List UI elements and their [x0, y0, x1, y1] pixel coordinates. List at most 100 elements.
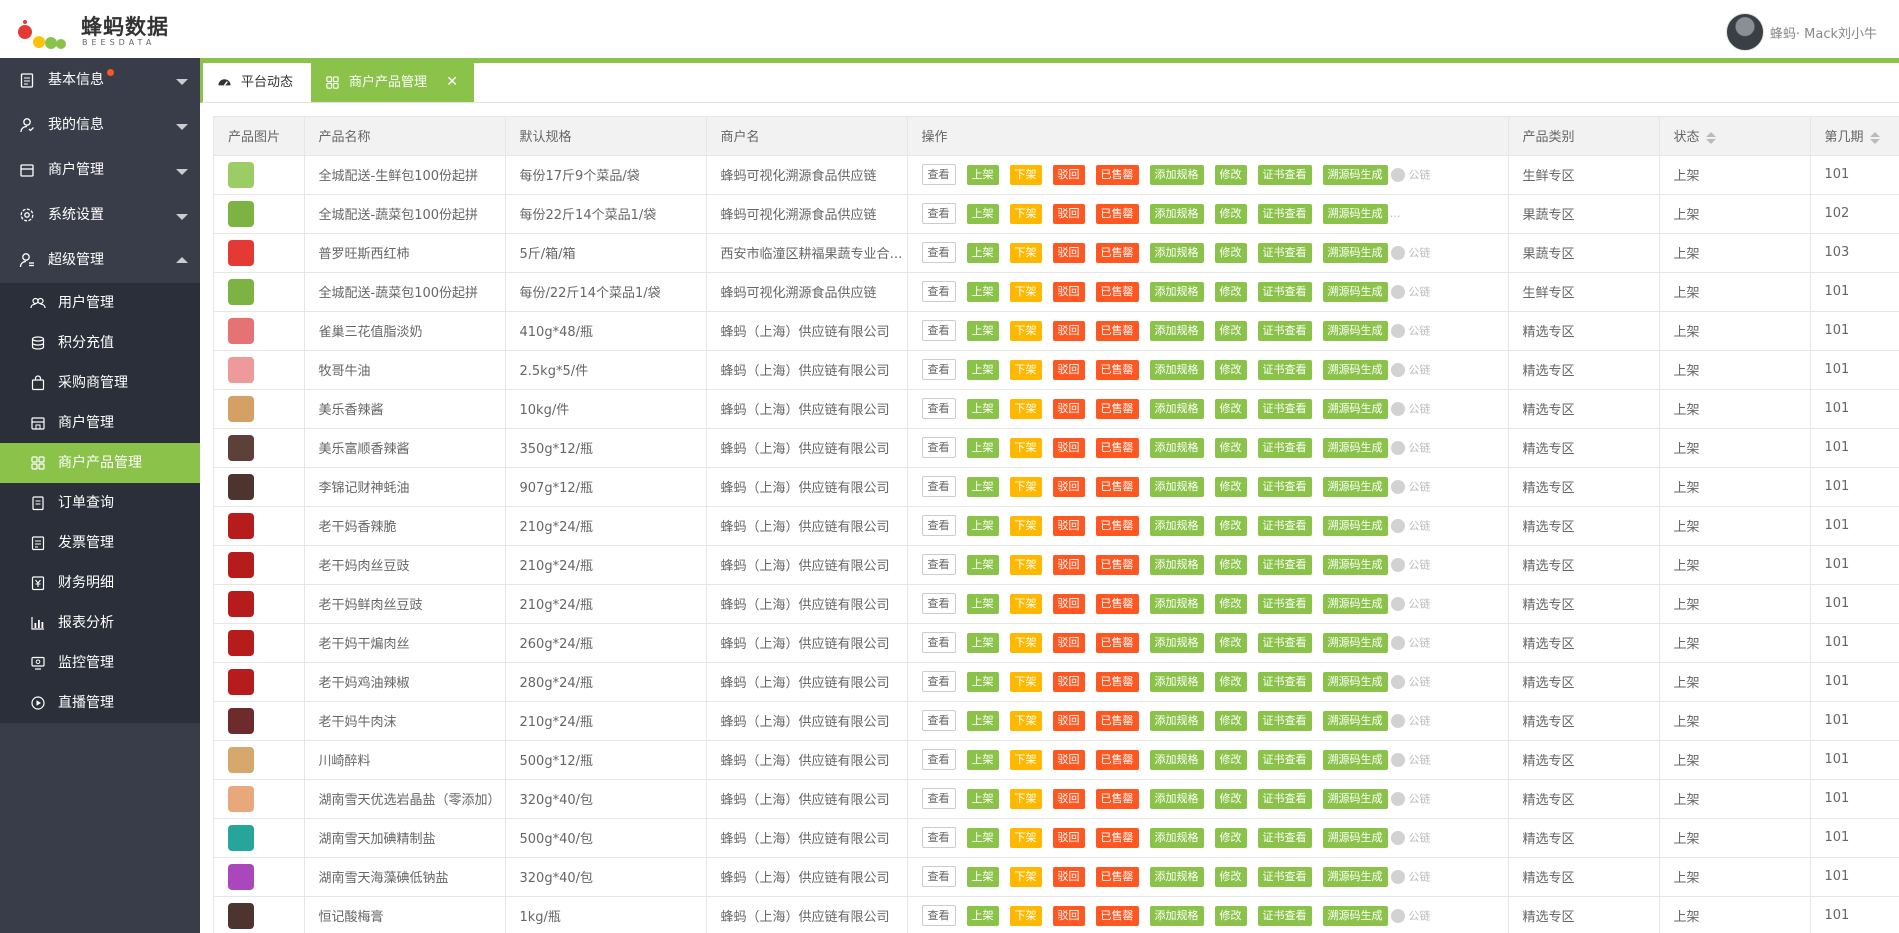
list-off-button[interactable]: 下架 [1009, 320, 1042, 341]
close-icon[interactable]: ✕ [446, 63, 458, 102]
chain-toggle[interactable] [1390, 284, 1405, 299]
certificate-button[interactable]: 证书查看 [1257, 593, 1312, 614]
chain-toggle[interactable] [1390, 440, 1405, 455]
add-spec-button[interactable]: 添加规格 [1149, 515, 1204, 536]
list-on-button[interactable]: 上架 [966, 476, 999, 497]
list-on-button[interactable]: 上架 [966, 398, 999, 419]
add-spec-button[interactable]: 添加规格 [1149, 554, 1204, 575]
reject-button[interactable]: 驳回 [1052, 788, 1085, 809]
sold-out-button[interactable]: 已售罄 [1095, 476, 1139, 497]
reject-button[interactable]: 驳回 [1052, 398, 1085, 419]
reject-button[interactable]: 驳回 [1052, 437, 1085, 458]
product-thumbnail[interactable] [228, 473, 254, 500]
list-on-button[interactable]: 上架 [966, 749, 999, 770]
add-spec-button[interactable]: 添加规格 [1149, 905, 1204, 926]
certificate-button[interactable]: 证书查看 [1257, 281, 1312, 302]
sidebar-item-basic-info[interactable]: 基本信息 [0, 58, 200, 103]
product-thumbnail[interactable] [228, 395, 254, 422]
certificate-button[interactable]: 证书查看 [1257, 671, 1312, 692]
trace-code-button[interactable]: 溯源码生成 [1322, 671, 1388, 692]
reject-button[interactable]: 驳回 [1052, 242, 1085, 263]
view-button[interactable]: 查看 [921, 515, 956, 536]
reject-button[interactable]: 驳回 [1052, 203, 1085, 224]
list-off-button[interactable]: 下架 [1009, 554, 1042, 575]
trace-code-button[interactable]: 溯源码生成 [1322, 476, 1388, 497]
sidebar-item-system-settings[interactable]: 系统设置 [0, 193, 200, 238]
sidebar-item-live-mgmt[interactable]: 直播管理 [0, 683, 200, 723]
product-thumbnail[interactable] [228, 356, 254, 383]
edit-button[interactable]: 修改 [1214, 788, 1247, 809]
view-button[interactable]: 查看 [921, 437, 956, 458]
list-off-button[interactable]: 下架 [1009, 593, 1042, 614]
chain-toggle[interactable] [1390, 830, 1405, 845]
list-off-button[interactable]: 下架 [1009, 203, 1042, 224]
list-off-button[interactable]: 下架 [1009, 788, 1042, 809]
edit-button[interactable]: 修改 [1214, 437, 1247, 458]
add-spec-button[interactable]: 添加规格 [1149, 359, 1204, 380]
certificate-button[interactable]: 证书查看 [1257, 632, 1312, 653]
trace-code-button[interactable]: 溯源码生成 [1322, 281, 1388, 302]
product-thumbnail[interactable] [228, 785, 254, 812]
list-off-button[interactable]: 下架 [1009, 749, 1042, 770]
list-on-button[interactable]: 上架 [966, 788, 999, 809]
trace-code-button[interactable]: 溯源码生成 [1322, 788, 1388, 809]
list-on-button[interactable]: 上架 [966, 242, 999, 263]
sidebar-item-merchant-products[interactable]: 商户产品管理 [0, 443, 200, 483]
edit-button[interactable]: 修改 [1214, 320, 1247, 341]
sidebar-item-merchant-mgmt[interactable]: 商户管理 [0, 148, 200, 193]
edit-button[interactable]: 修改 [1214, 827, 1247, 848]
reject-button[interactable]: 驳回 [1052, 359, 1085, 380]
chain-toggle[interactable] [1390, 245, 1405, 260]
sidebar-item-super-admin[interactable]: 超级管理 [0, 238, 200, 283]
reject-button[interactable]: 驳回 [1052, 554, 1085, 575]
sold-out-button[interactable]: 已售罄 [1095, 866, 1139, 887]
product-thumbnail[interactable] [228, 278, 254, 305]
add-spec-button[interactable]: 添加规格 [1149, 203, 1204, 224]
list-on-button[interactable]: 上架 [966, 515, 999, 536]
sold-out-button[interactable]: 已售罄 [1095, 905, 1139, 926]
certificate-button[interactable]: 证书查看 [1257, 320, 1312, 341]
sold-out-button[interactable]: 已售罄 [1095, 749, 1139, 770]
product-thumbnail[interactable] [228, 512, 254, 539]
edit-button[interactable]: 修改 [1214, 554, 1247, 575]
sort-icon[interactable] [1869, 131, 1880, 144]
trace-code-button[interactable]: 溯源码生成 [1322, 827, 1388, 848]
sold-out-button[interactable]: 已售罄 [1095, 281, 1139, 302]
trace-code-button[interactable]: 溯源码生成 [1322, 242, 1388, 263]
view-button[interactable]: 查看 [921, 866, 956, 887]
sort-icon[interactable] [1705, 131, 1716, 144]
sidebar-item-user-mgmt[interactable]: 用户管理 [0, 283, 200, 323]
certificate-button[interactable]: 证书查看 [1257, 203, 1312, 224]
view-button[interactable]: 查看 [921, 359, 956, 380]
chain-toggle[interactable] [1390, 674, 1405, 689]
list-on-button[interactable]: 上架 [966, 359, 999, 380]
sold-out-button[interactable]: 已售罄 [1095, 710, 1139, 731]
list-off-button[interactable]: 下架 [1009, 671, 1042, 692]
certificate-button[interactable]: 证书查看 [1257, 398, 1312, 419]
sold-out-button[interactable]: 已售罄 [1095, 437, 1139, 458]
reject-button[interactable]: 驳回 [1052, 749, 1085, 770]
trace-code-button[interactable]: 溯源码生成 [1322, 359, 1388, 380]
list-off-button[interactable]: 下架 [1009, 905, 1042, 926]
list-off-button[interactable]: 下架 [1009, 359, 1042, 380]
add-spec-button[interactable]: 添加规格 [1149, 437, 1204, 458]
reject-button[interactable]: 驳回 [1052, 593, 1085, 614]
sold-out-button[interactable]: 已售罄 [1095, 359, 1139, 380]
reject-button[interactable]: 驳回 [1052, 827, 1085, 848]
chain-toggle[interactable] [1390, 791, 1405, 806]
product-thumbnail[interactable] [228, 902, 254, 929]
sold-out-button[interactable]: 已售罄 [1095, 203, 1139, 224]
edit-button[interactable]: 修改 [1214, 242, 1247, 263]
chain-toggle[interactable] [1390, 557, 1405, 572]
edit-button[interactable]: 修改 [1214, 398, 1247, 419]
sold-out-button[interactable]: 已售罄 [1095, 164, 1139, 185]
view-button[interactable]: 查看 [921, 320, 956, 341]
chain-toggle[interactable] [1390, 635, 1405, 650]
trace-code-button[interactable]: 溯源码生成 [1322, 554, 1388, 575]
product-thumbnail[interactable] [228, 200, 254, 227]
sold-out-button[interactable]: 已售罄 [1095, 788, 1139, 809]
list-off-button[interactable]: 下架 [1009, 866, 1042, 887]
list-on-button[interactable]: 上架 [966, 905, 999, 926]
user-name[interactable]: 蜂蚂· Mack刘小牛 [1770, 23, 1877, 42]
view-button[interactable]: 查看 [921, 827, 956, 848]
